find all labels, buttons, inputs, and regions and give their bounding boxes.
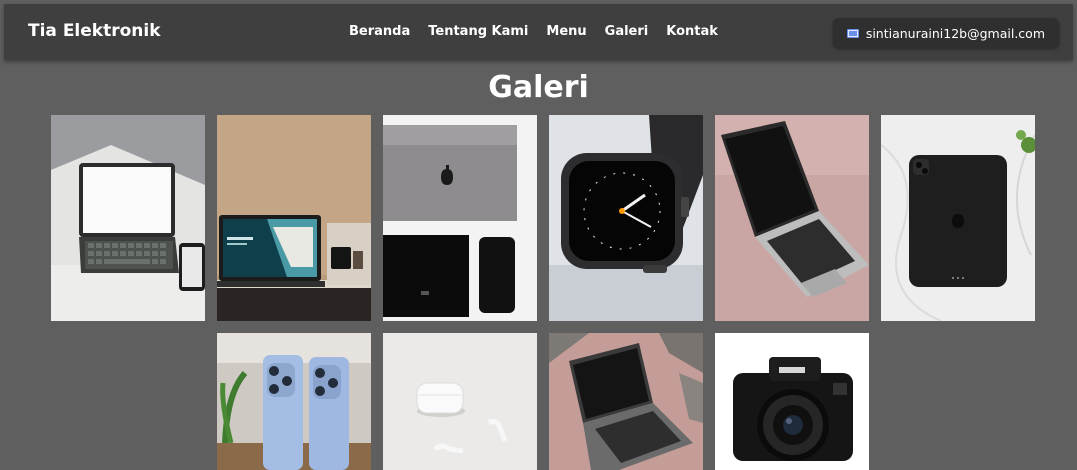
gallery-item-airpods[interactable] [383,333,537,470]
apple-devices-photo [383,115,537,321]
macbook-pink-photo [715,115,869,321]
gallery-item-laptop-pink[interactable] [549,333,703,470]
nav-kontak[interactable]: Kontak [666,24,718,39]
nav-beranda[interactable]: Beranda [349,24,410,39]
gallery-item-macbook-pink[interactable] [715,115,869,321]
iphone-photo [217,333,371,470]
tablet-keyboard-photo [51,115,205,321]
nav-tentang-kami[interactable]: Tentang Kami [428,24,528,39]
mail-icon [846,28,859,38]
email-contact[interactable]: sintianuraini12b@gmail.com [832,18,1059,48]
page-title: Galeri [488,70,589,105]
gallery-item-ipad[interactable] [881,115,1035,321]
gallery-item-tablet[interactable] [51,115,205,321]
nav-galeri[interactable]: Galeri [605,24,649,39]
gallery-item-iphone[interactable] [217,333,371,470]
airpods-photo [383,333,537,470]
email-text: sintianuraini12b@gmail.com [865,25,1045,41]
gallery-item-apple-devices[interactable] [383,115,537,321]
ipad-marble-photo [881,115,1035,321]
nav-menu-link[interactable]: Menu [546,24,586,39]
canon-camera-photo [715,333,869,470]
laptop-pink-photo [549,333,703,470]
navbar: Tia Elektronik Beranda Tentang Kami Menu… [4,4,1073,60]
smartwatch-photo [549,115,703,321]
gallery-item-laptop-desk[interactable] [217,115,371,321]
gallery-item-smartwatch[interactable] [549,115,703,321]
laptop-desk-photo [217,115,371,321]
nav-menu: Beranda Tentang Kami Menu Galeri Kontak [349,24,718,39]
brand-logo[interactable]: Tia Elektronik [28,21,161,41]
gallery-item-canon-camera[interactable] [715,333,869,470]
